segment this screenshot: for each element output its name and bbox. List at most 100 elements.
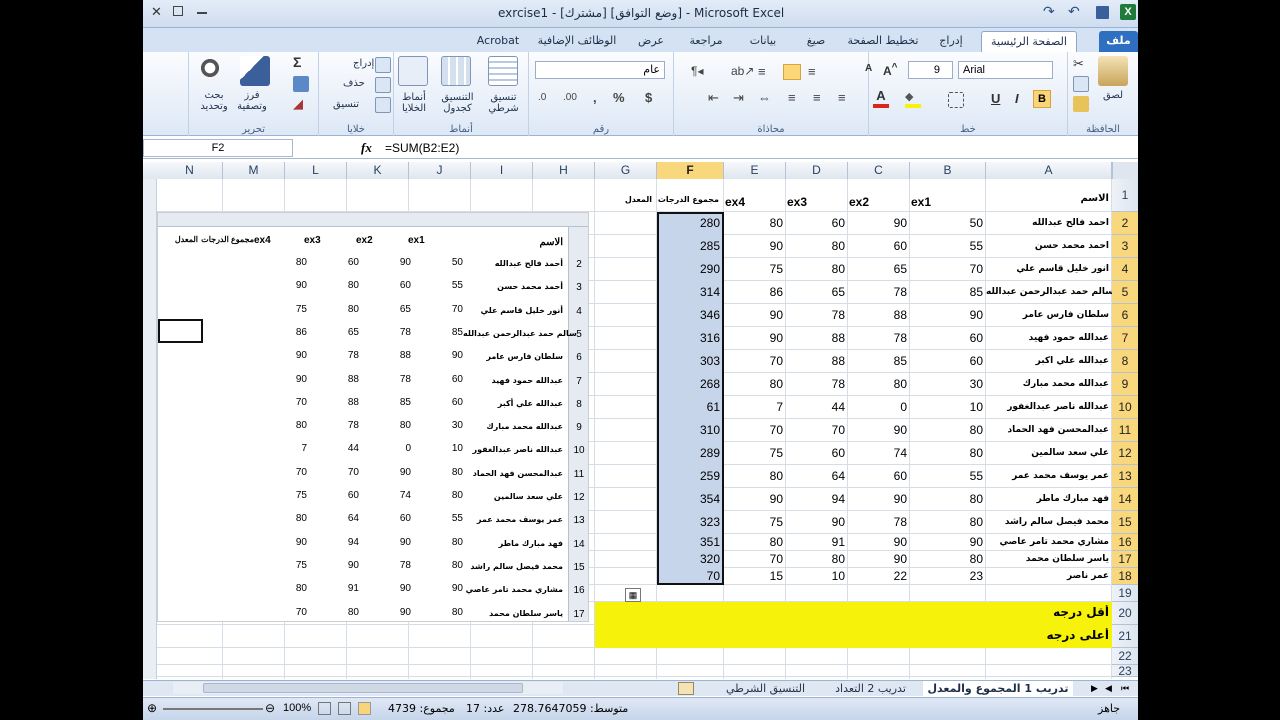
column-header-d[interactable]: D bbox=[786, 162, 848, 179]
row-header[interactable]: 23 bbox=[1112, 665, 1138, 677]
format-cells-label[interactable]: تنسيق bbox=[333, 99, 359, 110]
view-pagebreak-icon[interactable] bbox=[318, 702, 331, 715]
fx-icon[interactable]: fx bbox=[361, 140, 372, 156]
sheet-nav-prev-icon[interactable]: ◀ bbox=[1105, 683, 1112, 694]
row-header[interactable]: 13 bbox=[1112, 465, 1138, 488]
increase-decimal-icon[interactable]: .0 bbox=[538, 92, 546, 103]
row-header[interactable]: 10 bbox=[1112, 396, 1138, 419]
row-header[interactable]: 11 bbox=[1112, 419, 1138, 442]
clear-icon[interactable]: ◢ bbox=[293, 96, 303, 112]
align-middle-icon[interactable]: ≡ bbox=[808, 64, 816, 79]
zoom-in-icon[interactable]: ⊕ bbox=[147, 701, 157, 715]
align-bottom-icon[interactable]: ≡ bbox=[758, 64, 766, 79]
tab-1[interactable]: الصفحة الرئيسية bbox=[981, 31, 1077, 52]
sheet-tab-0[interactable]: تدريب 1 المجموع والمعدل bbox=[923, 681, 1073, 697]
row-header[interactable]: 7 bbox=[1112, 327, 1138, 350]
format-painter-icon[interactable] bbox=[1073, 96, 1089, 112]
percent-icon[interactable]: % bbox=[613, 90, 625, 105]
tab-7[interactable]: عرض bbox=[631, 31, 671, 52]
row-header[interactable]: 18 bbox=[1112, 568, 1138, 585]
quick-analysis-icon[interactable]: ▦ bbox=[625, 588, 641, 602]
orientation-icon[interactable]: ab↗ bbox=[731, 64, 754, 78]
shrink-font-icon[interactable]: A bbox=[865, 63, 872, 74]
column-header-j[interactable]: J bbox=[409, 162, 471, 179]
fill-icon[interactable] bbox=[293, 76, 309, 92]
currency-icon[interactable]: $ bbox=[645, 90, 652, 105]
cell-styles-label[interactable]: أنماط الخلايا bbox=[393, 92, 435, 114]
row-header[interactable]: 21 bbox=[1112, 625, 1138, 648]
column-header-i[interactable]: I bbox=[471, 162, 533, 179]
tab-9[interactable]: Acrobat bbox=[473, 31, 523, 52]
row-header[interactable]: 5 bbox=[1112, 281, 1138, 304]
tab-5[interactable]: بيانات bbox=[738, 31, 788, 52]
row-header[interactable]: 4 bbox=[1112, 258, 1138, 281]
row-header[interactable]: 2 bbox=[1112, 212, 1138, 235]
row-header[interactable]: 20 bbox=[1112, 602, 1138, 625]
row-header[interactable]: 16 bbox=[1112, 534, 1138, 551]
conditional-formatting-label[interactable]: تنسيق شرطي bbox=[481, 92, 526, 114]
sheet-nav-first-icon[interactable]: ⏮ bbox=[1121, 683, 1129, 694]
conditional-formatting-icon[interactable] bbox=[488, 56, 518, 86]
column-header-g[interactable]: G bbox=[595, 162, 657, 179]
row-header[interactable]: 14 bbox=[1112, 488, 1138, 511]
column-header-m[interactable]: M bbox=[223, 162, 285, 179]
undo-icon[interactable]: ↶ bbox=[1068, 3, 1080, 20]
row-header[interactable]: 3 bbox=[1112, 235, 1138, 258]
merge-center-icon[interactable]: ⇔ bbox=[758, 90, 771, 105]
cut-icon[interactable]: ✂ bbox=[1073, 56, 1089, 72]
italic-icon[interactable]: I bbox=[1015, 91, 1019, 106]
sheet-tab-1[interactable]: تدريب 2 التعداد bbox=[823, 681, 918, 697]
select-all-corner[interactable] bbox=[1112, 162, 1138, 179]
sheet-tab-2[interactable]: التنسيق الشرطي bbox=[713, 681, 818, 697]
column-header-a[interactable]: A bbox=[986, 162, 1112, 179]
excel-app-icon[interactable]: X bbox=[1120, 4, 1136, 20]
find-select-icon[interactable] bbox=[198, 56, 228, 86]
row-header[interactable]: 15 bbox=[1112, 511, 1138, 534]
align-right-icon[interactable]: ≡ bbox=[838, 90, 846, 105]
format-cells-icon[interactable] bbox=[375, 97, 391, 113]
row-header[interactable]: 9 bbox=[1112, 373, 1138, 396]
number-format-box[interactable]: عام bbox=[535, 61, 665, 79]
horizontal-scrollbar[interactable] bbox=[173, 682, 563, 694]
tab-8[interactable]: الوظائف الإضافية bbox=[531, 31, 623, 52]
format-as-table-label[interactable]: التنسيق كجدول bbox=[435, 92, 480, 114]
delete-cells-label[interactable]: حذف bbox=[343, 78, 365, 89]
column-header-k[interactable]: K bbox=[347, 162, 409, 179]
row-header[interactable]: 19 bbox=[1112, 585, 1138, 602]
worksheet-grid[interactable]: 1 2 3 4 5 6 7 8 9 10 11 12 13 14 15 16 17 18 19 20 21 22 23 ▦ ال… bbox=[143, 179, 1138, 679]
row-header[interactable]: 22 bbox=[1112, 648, 1138, 665]
column-header-h[interactable]: H bbox=[533, 162, 595, 179]
row-header[interactable]: 12 bbox=[1112, 442, 1138, 465]
save-icon[interactable] bbox=[1096, 6, 1109, 19]
close-icon[interactable] bbox=[197, 12, 207, 14]
vertical-scrollbar[interactable] bbox=[143, 179, 157, 679]
underline-icon[interactable]: U bbox=[991, 91, 1000, 106]
sheet-nav-next-icon[interactable]: ▶ bbox=[1091, 683, 1098, 694]
fill-color-icon[interactable]: ◆ bbox=[905, 90, 921, 108]
tab-3[interactable]: تخطيط الصفحة bbox=[843, 31, 923, 52]
tab-6[interactable]: مراجعة bbox=[681, 31, 731, 52]
paste-label[interactable]: لصق bbox=[1103, 90, 1123, 101]
wrap-text-icon[interactable]: ¶◂ bbox=[691, 64, 703, 78]
borders-icon[interactable] bbox=[948, 92, 964, 108]
zoom-out-icon[interactable]: ⊖ bbox=[265, 701, 275, 715]
row-header[interactable]: 1 bbox=[1112, 179, 1138, 212]
column-header-l[interactable]: L bbox=[285, 162, 347, 179]
bold-icon[interactable]: B bbox=[1033, 90, 1051, 108]
outdent-icon[interactable]: ⇤ bbox=[708, 90, 719, 106]
autosum-icon[interactable]: Σ bbox=[293, 54, 301, 70]
column-header-e[interactable]: E bbox=[724, 162, 786, 179]
row-header[interactable]: 17 bbox=[1112, 551, 1138, 568]
column-header-f[interactable]: F bbox=[657, 162, 724, 179]
zoom-level[interactable]: 100% bbox=[283, 702, 311, 714]
sort-filter-label[interactable]: فرز وتصفية bbox=[231, 90, 273, 112]
sort-filter-icon[interactable] bbox=[240, 56, 270, 86]
redo-icon[interactable]: ↷ bbox=[1043, 3, 1055, 20]
find-select-label[interactable]: بحث وتحديد bbox=[193, 90, 235, 112]
row-header[interactable]: 8 bbox=[1112, 350, 1138, 373]
cell-styles-icon[interactable] bbox=[398, 56, 428, 86]
view-layout-icon[interactable] bbox=[338, 702, 351, 715]
insert-cells-label[interactable]: إدراج bbox=[353, 58, 374, 69]
decrease-decimal-icon[interactable]: .00 bbox=[563, 92, 577, 103]
insert-cells-icon[interactable] bbox=[375, 57, 391, 73]
